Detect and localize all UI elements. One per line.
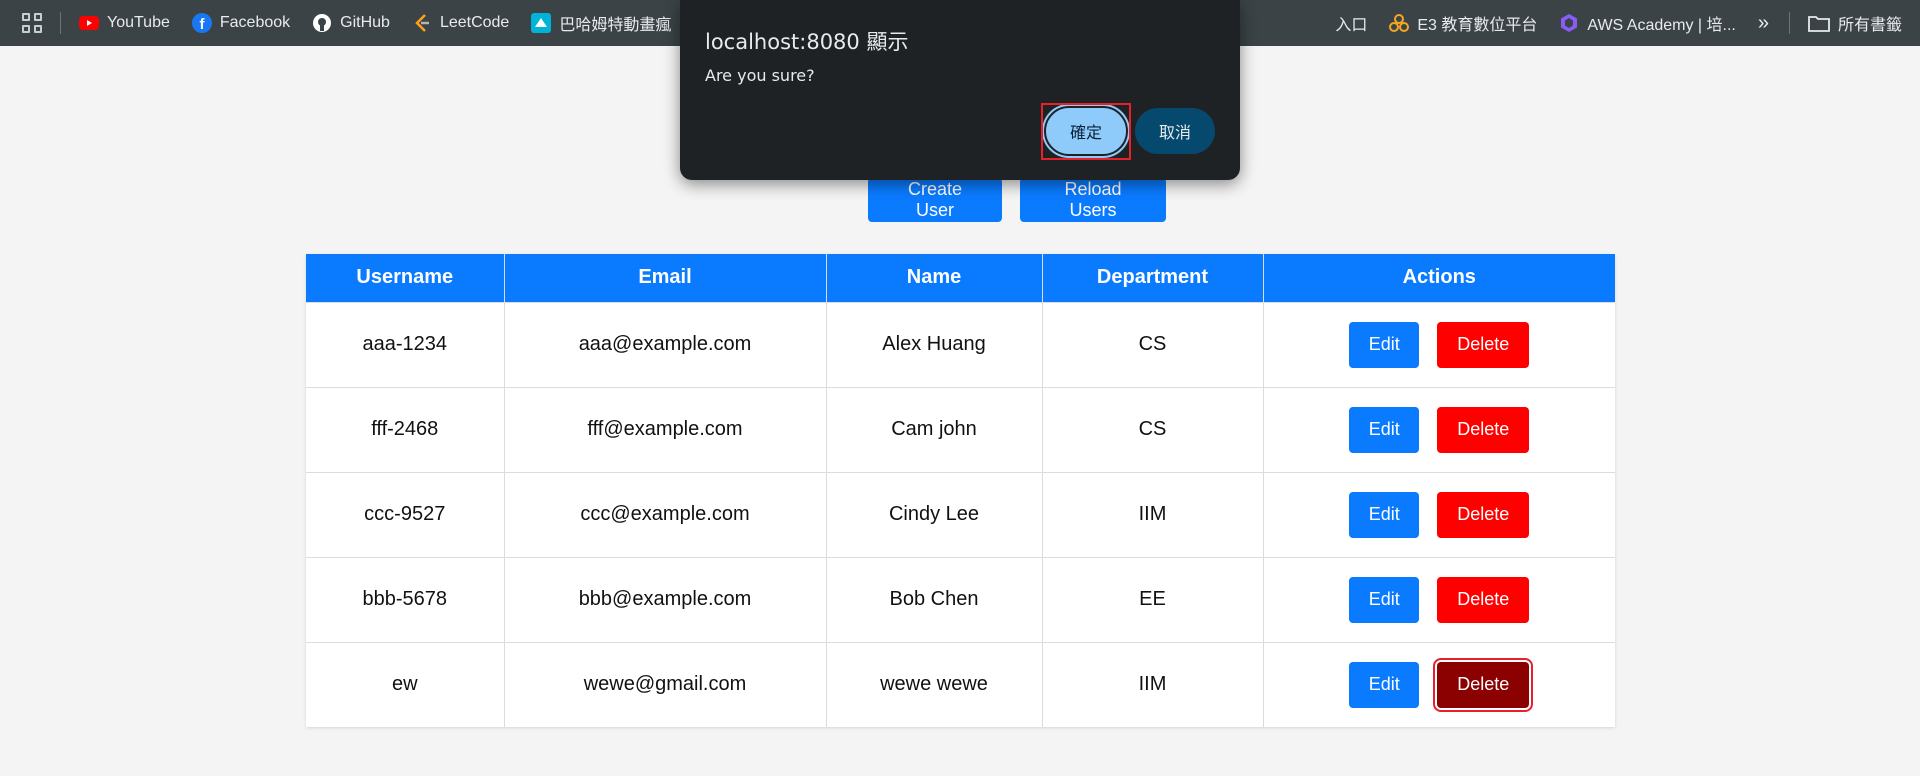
- bookmarks-right: 入口 E3 教育數位平台 AWS Academy | 培... » 所有書籤: [1335, 0, 1920, 46]
- cell-name: Bob Chen: [826, 556, 1043, 642]
- dialog-message: Are you sure?: [705, 66, 815, 85]
- bookmark-label: Facebook: [219, 14, 291, 31]
- bookmark-label: YouTube: [107, 14, 170, 31]
- header-actions: Actions: [1263, 254, 1615, 302]
- dialog-ok-button[interactable]: 確定: [1044, 106, 1128, 156]
- cell-actions: Edit Delete: [1263, 641, 1615, 727]
- apps-grid-icon[interactable]: [22, 13, 42, 33]
- leetcode-icon: [412, 13, 432, 33]
- cell-actions: Edit Delete: [1263, 556, 1615, 642]
- bookmark-label: LeetCode: [439, 14, 510, 31]
- bookmark-label: AWS Academy | 培...: [1587, 17, 1736, 34]
- bahamut-icon: [531, 13, 552, 33]
- cell-name: Alex Huang: [826, 301, 1043, 387]
- cell-username: fff-2468: [306, 386, 505, 472]
- delete-button[interactable]: Delete: [1437, 491, 1530, 538]
- create-user-button[interactable]: Create User: [868, 178, 1002, 222]
- table-header-row: Username Email Name Department Actions: [306, 254, 1615, 302]
- cell-department: CS: [1042, 386, 1264, 472]
- dialog-cancel-button[interactable]: 取消: [1135, 108, 1215, 154]
- table-row: ccc-9527 ccc@example.com Cindy Lee IIM E…: [306, 471, 1615, 557]
- cell-department: EE: [1042, 556, 1264, 642]
- bookmark-entrance[interactable]: 入口: [1335, 11, 1367, 35]
- delete-button-selected[interactable]: Delete: [1433, 657, 1534, 712]
- aws-academy-icon: [1559, 13, 1579, 33]
- youtube-icon: [79, 13, 99, 33]
- bookmark-leetcode[interactable]: LeetCode: [412, 13, 509, 33]
- confirm-dialog: localhost:8080 顯示 Are you sure? 確定 取消: [680, 0, 1240, 180]
- user-actions-toolbar: Create User Reload Users: [0, 178, 1920, 222]
- cell-name: Cam john: [826, 386, 1043, 472]
- header-email: Email: [504, 254, 827, 302]
- cell-email: bbb@example.com: [504, 556, 827, 642]
- cell-email: fff@example.com: [504, 386, 827, 472]
- table-row: ew wewe@gmail.com wewe wewe IIM Edit Dele…: [306, 641, 1615, 727]
- github-icon: [312, 13, 332, 33]
- more-bookmarks-icon[interactable]: »: [1758, 12, 1769, 35]
- edit-button[interactable]: Edit: [1349, 576, 1420, 623]
- table-row: bbb-5678 bbb@example.com Bob Chen EE Edi…: [306, 556, 1615, 642]
- cell-username: ccc-9527: [306, 471, 505, 557]
- cell-username: aaa-1234: [306, 301, 505, 387]
- cell-name: wewe wewe: [826, 641, 1043, 727]
- e3-icon: [1389, 13, 1410, 33]
- cell-username: bbb-5678: [306, 556, 505, 642]
- cell-email: ccc@example.com: [504, 471, 827, 557]
- edit-button[interactable]: Edit: [1349, 661, 1420, 708]
- header-department: Department: [1042, 254, 1264, 302]
- bookmark-youtube[interactable]: YouTube: [79, 13, 170, 33]
- bookmark-facebook[interactable]: f Facebook: [191, 13, 291, 33]
- delete-button[interactable]: Delete: [1437, 406, 1530, 453]
- users-table: Username Email Name Department Actions a…: [306, 254, 1615, 727]
- cell-name: Cindy Lee: [826, 471, 1043, 557]
- reload-users-button[interactable]: Reload Users: [1020, 178, 1166, 222]
- table-row: aaa-1234 aaa@example.com Alex Huang CS E…: [306, 301, 1615, 387]
- all-bookmarks-folder[interactable]: 所有書籤: [1808, 11, 1902, 35]
- edit-button[interactable]: Edit: [1349, 321, 1420, 368]
- bookmarks-separator: [1788, 12, 1790, 34]
- all-bookmarks-label: 所有書籤: [1837, 17, 1902, 34]
- bookmark-label: GitHub: [340, 14, 390, 31]
- bookmark-label: 巴哈姆特動畫瘋: [559, 17, 672, 34]
- users-table-container: Username Email Name Department Actions a…: [306, 254, 1615, 727]
- cell-actions: Edit Delete: [1263, 386, 1615, 472]
- bookmark-github[interactable]: GitHub: [312, 13, 390, 33]
- cell-department: IIM: [1042, 641, 1264, 727]
- header-name: Name: [826, 254, 1043, 302]
- bookmark-aws-academy[interactable]: AWS Academy | 培...: [1559, 11, 1736, 35]
- dialog-title: localhost:8080 顯示: [705, 30, 909, 54]
- cell-email: wewe@gmail.com: [504, 641, 827, 727]
- table-row: fff-2468 fff@example.com Cam john CS Edi…: [306, 386, 1615, 472]
- folder-icon: [1808, 14, 1830, 32]
- edit-button[interactable]: Edit: [1349, 491, 1420, 538]
- cell-actions: Edit Delete: [1263, 471, 1615, 557]
- bookmark-bahamut[interactable]: 巴哈姆特動畫瘋: [531, 11, 671, 35]
- bookmarks-separator: [60, 12, 61, 34]
- delete-button[interactable]: Delete: [1437, 321, 1530, 368]
- cell-department: IIM: [1042, 471, 1264, 557]
- edit-button[interactable]: Edit: [1349, 406, 1420, 453]
- header-username: Username: [306, 254, 505, 302]
- bookmark-label: E3 教育數位平台: [1417, 17, 1538, 34]
- bookmark-label: 入口: [1335, 17, 1368, 34]
- cell-username: ew: [306, 641, 505, 727]
- cell-actions: Edit Delete: [1263, 301, 1615, 387]
- facebook-icon: f: [191, 13, 212, 33]
- bookmark-e3[interactable]: E3 教育數位平台: [1389, 11, 1537, 35]
- cell-email: aaa@example.com: [504, 301, 827, 387]
- cell-department: CS: [1042, 301, 1264, 387]
- delete-button[interactable]: Delete: [1437, 576, 1530, 623]
